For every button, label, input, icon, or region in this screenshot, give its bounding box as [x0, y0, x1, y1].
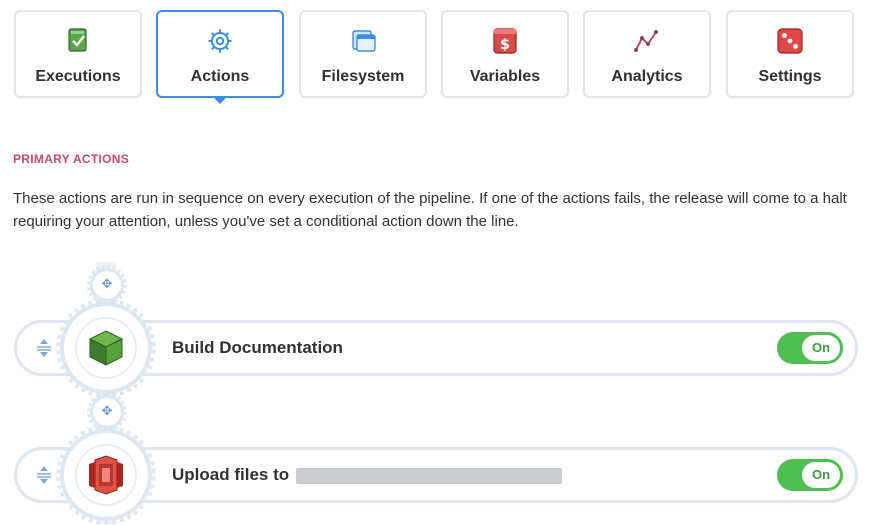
tab-variables[interactable]: $ Variables: [441, 10, 569, 98]
redacted-destination: [295, 467, 562, 484]
cube-icon: [88, 330, 124, 366]
tab-bar: Executions Actions Filesystem $ Variable…: [14, 10, 860, 104]
action-toggle[interactable]: On: [777, 459, 843, 491]
add-action-button[interactable]: ✥: [87, 265, 127, 305]
action-title-text: Upload files to: [172, 465, 290, 484]
drag-handle-icon[interactable]: [35, 338, 53, 358]
folder-icon: [350, 28, 376, 54]
tab-label: Variables: [469, 68, 541, 85]
section-label: PRIMARY ACTIONS: [13, 152, 130, 166]
tab-analytics[interactable]: Analytics: [583, 10, 711, 98]
toggle-label: On: [802, 335, 840, 361]
dollar-icon: $: [492, 28, 518, 54]
action-hub: [56, 298, 156, 398]
active-tab-caret: [213, 97, 227, 104]
move-arrows-icon: ✥: [101, 276, 113, 291]
action-title: Upload files to: [172, 465, 562, 485]
add-action-button[interactable]: ✥: [87, 392, 127, 432]
tab-settings[interactable]: Settings: [726, 10, 854, 98]
line-chart-icon: [634, 28, 660, 54]
dice-icon: [777, 28, 803, 54]
svg-text:$: $: [500, 37, 510, 53]
gear-icon: [207, 28, 233, 54]
action-title: Build Documentation: [172, 338, 343, 357]
s3-bucket-icon: [89, 455, 123, 495]
action-icon-holder: [75, 317, 137, 379]
tab-label: Analytics: [611, 68, 683, 85]
tab-label: Executions: [35, 68, 121, 85]
action-hub: [56, 425, 156, 525]
execution-check-icon: [65, 28, 91, 54]
action-icon-holder: [75, 444, 137, 506]
tab-filesystem[interactable]: Filesystem: [299, 10, 427, 98]
tab-executions[interactable]: Executions: [14, 10, 142, 98]
action-toggle[interactable]: On: [777, 332, 843, 364]
drag-handle-icon[interactable]: [35, 465, 53, 485]
tab-label: Actions: [190, 68, 250, 85]
move-arrows-icon: ✥: [101, 403, 113, 418]
tab-actions[interactable]: Actions: [156, 10, 284, 104]
tab-label: Filesystem: [321, 68, 405, 85]
section-description: These actions are run in sequence on eve…: [13, 190, 847, 230]
toggle-label: On: [802, 462, 840, 488]
tab-label: Settings: [758, 68, 822, 85]
